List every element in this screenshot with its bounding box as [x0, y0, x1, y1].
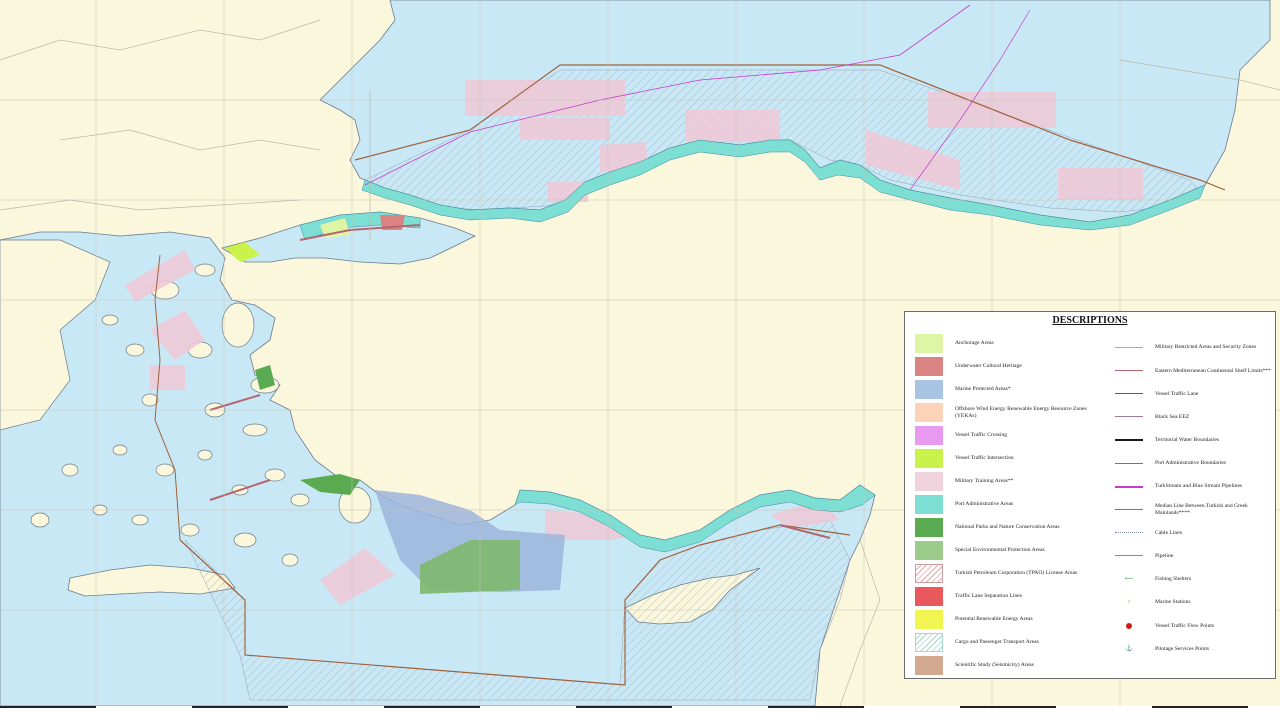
legend-area-item: Turkish Petroleum Corporation (TPAO) Lic… — [915, 562, 1105, 585]
legend-area-label: Potential Renewable Energy Areas — [955, 616, 1033, 623]
legend-area-item: Cargo and Passenger Transport Areas — [915, 631, 1105, 654]
map-legend: DESCRIPTIONS Anchorage Areas Underwater C… — [904, 311, 1276, 679]
legend-swatch — [915, 357, 943, 376]
legend-area-label: Anchorage Areas — [955, 340, 994, 347]
legend-line-label: Median Line Between Turkish and Greek Ma… — [1155, 503, 1248, 516]
legend-line-label: Pipeline — [1155, 553, 1174, 560]
legend-area-label: Traffic Lane Separation Lines — [955, 593, 1022, 600]
legend-line-symbol — [1115, 482, 1143, 492]
legend-line-symbol — [1115, 412, 1143, 422]
legend-swatch — [915, 449, 943, 468]
legend-area-label: Special Environmental Protection Areas — [955, 547, 1045, 554]
legend-point-label: Marine Stations — [1155, 599, 1191, 606]
legend-line-label: Black Sea EEZ — [1155, 413, 1190, 420]
legend-swatch — [915, 426, 943, 445]
legend-line-symbol — [1115, 343, 1143, 353]
legend-area-item: Vessel Traffic Crossing — [915, 424, 1105, 447]
legend-line-item: Military Restricted Areas and Security Z… — [1115, 336, 1275, 359]
legend-area-item: Port Administrative Areas — [915, 493, 1105, 516]
legend-swatch — [915, 334, 943, 353]
legend-line-symbol — [1115, 459, 1143, 469]
legend-line-item: Median Line Between Turkish and Greek Ma… — [1115, 498, 1275, 521]
legend-area-label: National Parks and Nature Conservation A… — [955, 524, 1060, 531]
legend-line-symbol — [1115, 366, 1143, 376]
legend-area-label: Vessel Traffic Intersection — [955, 455, 1014, 462]
legend-point-item: ? Marine Stations — [1115, 591, 1275, 614]
legend-line-label: Vessel Traffic Lane — [1155, 390, 1199, 397]
legend-line-item: Eastern Mediterranean Continental Shelf … — [1115, 359, 1275, 382]
legend-swatch — [915, 541, 943, 560]
marine-station-icon: ? — [1127, 599, 1131, 606]
legend-swatch — [915, 587, 943, 606]
legend-line-item: Black Sea EEZ — [1115, 406, 1275, 429]
legend-swatch — [915, 380, 943, 399]
legend-line-symbol — [1115, 551, 1143, 561]
legend-area-item: Military Training Areas** — [915, 470, 1105, 493]
legend-area-item: Anchorage Areas — [915, 332, 1105, 355]
legend-swatch — [915, 656, 943, 675]
legend-line-item: TurkStream and Blue Stream Pipelines — [1115, 475, 1275, 498]
legend-swatch — [915, 610, 943, 629]
legend-area-label: Vessel Traffic Crossing — [955, 432, 1008, 439]
legend-point-label: Fishing Shelters — [1155, 576, 1192, 583]
legend-line-symbol — [1115, 505, 1143, 515]
legend-area-item: National Parks and Nature Conservation A… — [915, 516, 1105, 539]
legend-area-label: Offshore Wind Energy Renewable Energy Re… — [955, 406, 1087, 419]
legend-point-label: Vessel Traffic Flow Points — [1155, 622, 1215, 629]
legend-areas: Anchorage Areas Underwater Cultural Herit… — [915, 332, 1105, 677]
legend-area-item: Marine Protected Areas* — [915, 378, 1105, 401]
legend-area-item: Underwater Cultural Heritage — [915, 355, 1105, 378]
legend-line-label: Port Administrative Boundaries — [1155, 460, 1226, 467]
legend-line-item: Vessel Traffic Lane — [1115, 382, 1275, 405]
legend-line-item: Territorial Water Boundaries — [1115, 429, 1275, 452]
legend-line-item: Port Administrative Boundaries — [1115, 452, 1275, 475]
legend-area-item: Special Environmental Protection Areas — [915, 539, 1105, 562]
legend-area-label: Underwater Cultural Heritage — [955, 363, 1022, 370]
legend-area-label: Scientific Study (Seismicity) Areas — [955, 662, 1034, 669]
legend-point-label: Pilotage Services Points — [1155, 645, 1210, 652]
fishing-shelter-icon: ⟵ — [1124, 576, 1134, 583]
legend-point-item: ⚓ Pilotage Services Points — [1115, 637, 1275, 660]
legend-line-symbol — [1115, 528, 1143, 538]
legend-line-label: Military Restricted Areas and Security Z… — [1155, 344, 1257, 351]
legend-line-label: Territorial Water Boundaries — [1155, 437, 1219, 444]
legend-swatch — [915, 403, 943, 422]
legend-line-symbol — [1115, 435, 1143, 445]
legend-area-label: Marine Protected Areas* — [955, 386, 1011, 393]
legend-lines-points: Military Restricted Areas and Security Z… — [1115, 336, 1275, 661]
legend-line-label: Cable Lines — [1155, 529, 1182, 536]
anchor-icon: ⚓ — [1125, 646, 1133, 653]
legend-swatch — [915, 564, 943, 583]
legend-title: DESCRIPTIONS — [1052, 315, 1128, 326]
legend-swatch — [915, 518, 943, 537]
legend-area-label: Cargo and Passenger Transport Areas — [955, 639, 1039, 646]
legend-area-item: Potential Renewable Energy Areas — [915, 608, 1105, 631]
legend-line-item: Pipeline — [1115, 545, 1275, 568]
legend-area-item: Vessel Traffic Intersection — [915, 447, 1105, 470]
legend-line-symbol — [1115, 389, 1143, 399]
legend-swatch — [915, 495, 943, 514]
legend-area-label: Turkish Petroleum Corporation (TPAO) Lic… — [955, 570, 1078, 577]
legend-area-item: Traffic Lane Separation Lines — [915, 585, 1105, 608]
dot-icon — [1115, 621, 1143, 631]
legend-area-label: Port Administrative Areas — [955, 501, 1014, 508]
legend-swatch — [915, 472, 943, 491]
legend-line-label: TurkStream and Blue Stream Pipelines — [1155, 483, 1243, 490]
legend-line-label: Eastern Mediterranean Continental Shelf … — [1155, 367, 1271, 374]
legend-area-item: Scientific Study (Seismicity) Areas — [915, 654, 1105, 677]
legend-point-item: ⟵ Fishing Shelters — [1115, 568, 1275, 591]
legend-line-item: Cable Lines — [1115, 522, 1275, 545]
legend-point-item: Vessel Traffic Flow Points — [1115, 614, 1275, 637]
legend-area-item: Offshore Wind Energy Renewable Energy Re… — [915, 401, 1105, 424]
bottom-scale-bar — [0, 706, 1280, 720]
legend-swatch — [915, 633, 943, 652]
legend-area-label: Military Training Areas** — [955, 478, 1014, 485]
